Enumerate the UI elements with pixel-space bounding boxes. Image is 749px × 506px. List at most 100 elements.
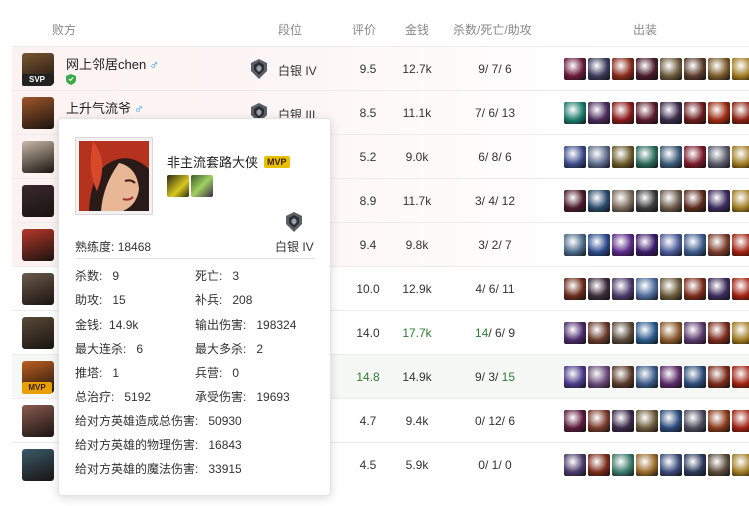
item-icon[interactable] [684,146,706,168]
item-icon[interactable] [612,58,634,80]
item-icon[interactable] [564,102,586,124]
item-icon[interactable] [708,146,730,168]
item-icon[interactable] [732,102,749,124]
champion-avatar[interactable] [22,405,54,437]
item-icon[interactable] [660,278,682,300]
gold-value: 11.1k [402,106,432,120]
item-icon[interactable] [636,58,658,80]
item-icon[interactable] [684,234,706,256]
kda-value: 3/ 4/ 12 [474,194,516,208]
item-icon[interactable] [564,234,586,256]
item-icon[interactable] [588,234,610,256]
item-icon[interactable] [708,454,730,476]
item-icon[interactable] [588,410,610,432]
item-icon[interactable] [708,366,730,388]
item-icon[interactable] [588,146,610,168]
item-icon[interactable] [612,278,634,300]
champion-avatar[interactable] [22,273,54,305]
item-icon[interactable] [588,278,610,300]
item-icon[interactable] [732,322,749,344]
item-icon[interactable] [564,366,586,388]
champion-avatar[interactable] [22,141,54,173]
item-icon[interactable] [684,366,706,388]
item-icon[interactable] [684,58,706,80]
item-icon[interactable] [612,102,634,124]
kda-a: 12 [501,194,516,208]
item-icon[interactable] [636,278,658,300]
item-icon[interactable] [588,322,610,344]
item-icon[interactable] [612,410,634,432]
item-icon[interactable] [660,454,682,476]
player-name[interactable]: 网上邻居chen ♂ [66,54,159,73]
item-icon[interactable] [636,410,658,432]
item-icon[interactable] [708,278,730,300]
item-icon[interactable] [636,454,658,476]
item-icon[interactable] [732,366,749,388]
item-icon[interactable] [588,366,610,388]
item-icon[interactable] [612,190,634,212]
item-icon[interactable] [660,190,682,212]
item-icon[interactable] [636,234,658,256]
table-header: 败方 段位 评价 金钱 杀数/死亡/助攻 出装 [12,10,749,46]
item-icon[interactable] [612,454,634,476]
item-icon[interactable] [588,454,610,476]
item-icon[interactable] [732,146,749,168]
item-icon[interactable] [588,190,610,212]
item-icon[interactable] [660,322,682,344]
champion-avatar[interactable] [22,185,54,217]
item-icon[interactable] [612,146,634,168]
champion-avatar[interactable] [22,229,54,261]
item-icon[interactable] [684,102,706,124]
champion-avatar[interactable] [22,449,54,481]
item-icon[interactable] [708,322,730,344]
item-icon[interactable] [636,322,658,344]
item-icon[interactable] [660,102,682,124]
item-icon[interactable] [684,190,706,212]
item-icon[interactable] [708,410,730,432]
item-icon[interactable] [564,322,586,344]
item-icon[interactable] [660,146,682,168]
kda-a: 6 [505,150,512,164]
item-icon[interactable] [564,454,586,476]
kda-d: 3 [488,370,495,384]
item-icon[interactable] [684,410,706,432]
item-icon[interactable] [588,102,610,124]
item-icon[interactable] [660,366,682,388]
player-name[interactable]: 上升气流爷 ♂ [66,98,144,117]
kda-k: 6 [478,150,485,164]
champion-avatar[interactable] [22,317,54,349]
item-icon[interactable] [636,366,658,388]
item-icon[interactable] [636,102,658,124]
item-icon[interactable] [564,146,586,168]
item-icon[interactable] [708,234,730,256]
item-icon[interactable] [660,234,682,256]
item-icon[interactable] [732,190,749,212]
item-icon[interactable] [684,278,706,300]
player-title-text: 非主流套路大侠 [167,155,259,170]
item-icon[interactable] [612,234,634,256]
item-icon[interactable] [636,146,658,168]
item-icon[interactable] [708,102,730,124]
item-icon[interactable] [708,190,730,212]
item-icon[interactable] [612,366,634,388]
item-icon[interactable] [588,58,610,80]
item-icon[interactable] [564,190,586,212]
item-icon[interactable] [660,410,682,432]
player-row[interactable]: SVP 网上邻居chen ♂ 白银 IV 9.5 12.7k 9/ 7/ 6 [12,46,749,90]
item-icon[interactable] [732,278,749,300]
item-icon[interactable] [732,454,749,476]
item-icon[interactable] [564,278,586,300]
item-icon[interactable] [684,322,706,344]
item-icon[interactable] [564,410,586,432]
item-icon[interactable] [564,58,586,80]
champion-avatar[interactable] [22,97,54,129]
item-icon[interactable] [708,58,730,80]
item-icon[interactable] [684,454,706,476]
item-icon[interactable] [660,58,682,80]
item-icon[interactable] [732,58,749,80]
item-icon[interactable] [612,322,634,344]
item-icon[interactable] [636,190,658,212]
item-icon[interactable] [732,234,749,256]
item-icon[interactable] [732,410,749,432]
rating-value: 10.0 [356,282,380,296]
